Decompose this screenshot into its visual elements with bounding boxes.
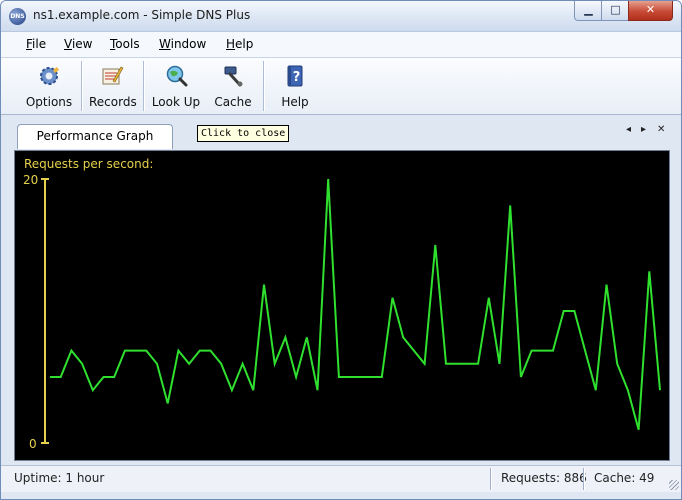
toolbar-separator	[263, 61, 264, 111]
menu-help[interactable]: Help	[226, 37, 253, 51]
status-separator	[583, 468, 584, 490]
tab-bar: Performance Graph Click to close ◂ ▸ ✕	[1, 115, 681, 149]
menu-bar: File View Tools Window Help	[1, 32, 681, 58]
y-tick-label: 0	[29, 437, 37, 451]
hammer-icon	[224, 66, 243, 87]
tab-scroll-right-icon[interactable]: ▸	[641, 124, 646, 135]
menu-window[interactable]: Window	[159, 37, 206, 51]
app-window: DNS ns1.example.com - Simple DNS Plus ▁ …	[0, 0, 682, 500]
toolbar-separator	[143, 61, 144, 111]
help-book-icon: ?	[287, 65, 303, 87]
menu-file[interactable]: File	[26, 37, 46, 51]
tab-close-icon[interactable]: ✕	[657, 124, 665, 135]
minimize-button[interactable]: ▁	[574, 1, 603, 21]
look-up-button[interactable]: Look Up	[151, 62, 201, 112]
performance-graph: Requests per second: 20 0	[14, 150, 670, 461]
records-icon	[102, 66, 124, 85]
status-bar: Uptime: 1 hour Requests: 886 Cache: 49	[1, 465, 681, 492]
status-cache: Cache: 49	[594, 471, 655, 485]
title-bar[interactable]: DNS ns1.example.com - Simple DNS Plus ▁ …	[1, 1, 681, 32]
toolbar: Options Records Look Up Cache ? Help	[1, 58, 681, 115]
resize-grip[interactable]	[669, 480, 679, 490]
chart-title: Requests per second:	[24, 157, 153, 171]
toolbar-separator	[81, 61, 82, 111]
help-button[interactable]: ? Help	[277, 62, 313, 112]
svg-text:?: ?	[293, 70, 301, 85]
requests-series-line	[50, 178, 661, 431]
tab-performance-graph[interactable]: Performance Graph	[17, 124, 173, 149]
status-separator	[490, 468, 491, 490]
menu-view[interactable]: View	[64, 37, 92, 51]
magnifier-globe-icon	[166, 65, 188, 87]
window-title: ns1.example.com - Simple DNS Plus	[33, 8, 251, 22]
options-button[interactable]: Options	[25, 62, 73, 112]
status-uptime: Uptime: 1 hour	[14, 471, 105, 485]
gear-icon	[40, 67, 59, 85]
requests-chart: Requests per second: 20 0	[23, 157, 661, 451]
tab-scroll-left-icon[interactable]: ◂	[626, 124, 631, 135]
maximize-button[interactable]: □	[601, 1, 630, 21]
close-button[interactable]: ✕	[628, 1, 673, 21]
dns-app-icon: DNS	[9, 8, 26, 25]
status-requests: Requests: 886	[501, 471, 587, 485]
cache-button[interactable]: Cache	[211, 62, 255, 112]
menu-tools[interactable]: Tools	[110, 37, 140, 51]
y-tick-label: 20	[23, 173, 38, 187]
tab-close-tooltip: Click to close	[197, 125, 290, 142]
records-button[interactable]: Records	[89, 62, 137, 112]
